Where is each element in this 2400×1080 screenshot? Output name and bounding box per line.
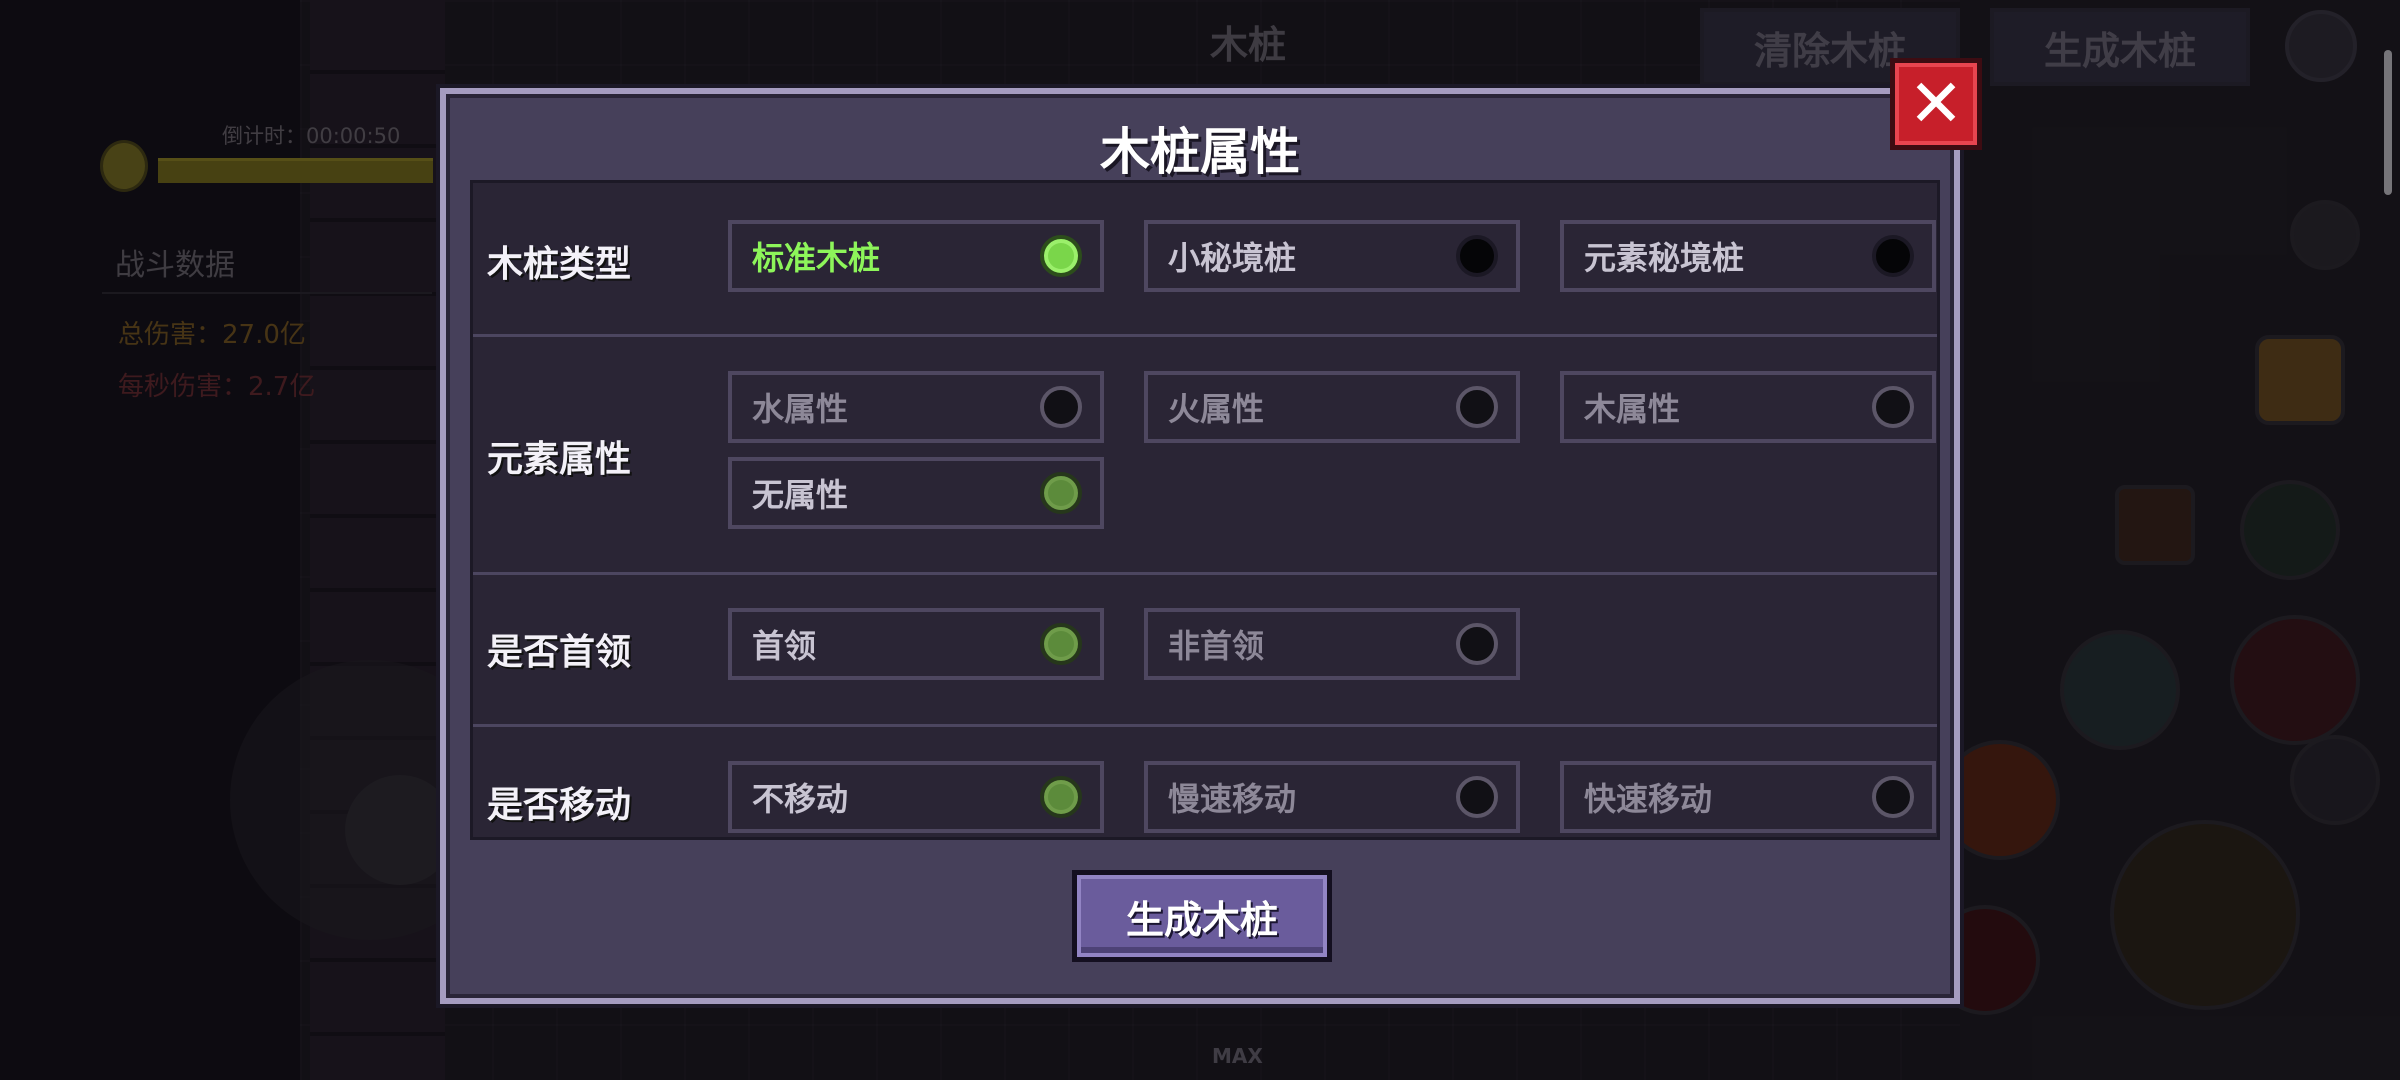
option-label: 木属性 — [1584, 390, 1681, 428]
close-button[interactable]: ✕ — [1890, 58, 1982, 150]
radio-selected-icon — [1040, 776, 1082, 818]
option-label: 火属性 — [1168, 390, 1265, 428]
row-label-movement: 是否移动 — [487, 785, 632, 826]
row-divider — [473, 334, 1937, 337]
radio-selected-icon — [1040, 623, 1082, 665]
option-label: 首领 — [752, 627, 817, 665]
close-icon: ✕ — [1908, 65, 1964, 142]
option-label: 慢速移动 — [1168, 780, 1297, 818]
row-divider — [473, 724, 1937, 727]
radio-icon — [1456, 386, 1498, 428]
option-label: 标准木桩 — [752, 239, 881, 277]
radio-icon — [1456, 776, 1498, 818]
row-divider — [473, 572, 1937, 575]
row-label-boss: 是否首领 — [487, 632, 632, 673]
radio-icon — [1456, 235, 1498, 277]
row-label-type: 木桩类型 — [487, 244, 632, 285]
option-label: 小秘境桩 — [1168, 239, 1297, 277]
radio-icon — [1872, 776, 1914, 818]
option-wood[interactable]: 木属性 — [1560, 371, 1936, 443]
generate-dummy-button[interactable]: 生成木桩 — [1072, 870, 1332, 962]
option-label: 元素秘境桩 — [1584, 239, 1745, 277]
option-label: 水属性 — [752, 390, 849, 428]
option-label: 快速移动 — [1584, 780, 1713, 818]
radio-icon — [1872, 235, 1914, 277]
option-label: 不移动 — [752, 780, 849, 818]
option-fire[interactable]: 火属性 — [1144, 371, 1520, 443]
radio-selected-icon — [1040, 472, 1082, 514]
option-standard-dummy[interactable]: 标准木桩 — [728, 220, 1104, 292]
radio-icon — [1872, 386, 1914, 428]
option-water[interactable]: 水属性 — [728, 371, 1104, 443]
option-label: 非首领 — [1168, 627, 1265, 665]
radio-selected-icon — [1040, 235, 1082, 277]
radio-icon — [1040, 386, 1082, 428]
option-non-boss[interactable]: 非首领 — [1144, 608, 1520, 680]
option-none[interactable]: 无属性 — [728, 457, 1104, 529]
option-small-realm-dummy[interactable]: 小秘境桩 — [1144, 220, 1520, 292]
row-label-element: 元素属性 — [487, 439, 632, 480]
radio-icon — [1456, 623, 1498, 665]
options-panel: 木桩类型 标准木桩 小秘境桩 元素秘境桩 元素属性 水属性 火属性 木属性 无属… — [470, 180, 1940, 840]
option-fast-move[interactable]: 快速移动 — [1560, 761, 1936, 833]
option-no-move[interactable]: 不移动 — [728, 761, 1104, 833]
option-label: 无属性 — [752, 476, 849, 514]
option-element-realm-dummy[interactable]: 元素秘境桩 — [1560, 220, 1936, 292]
dialog-title: 木桩属性 — [1100, 123, 1300, 181]
option-boss[interactable]: 首领 — [728, 608, 1104, 680]
option-slow-move[interactable]: 慢速移动 — [1144, 761, 1520, 833]
